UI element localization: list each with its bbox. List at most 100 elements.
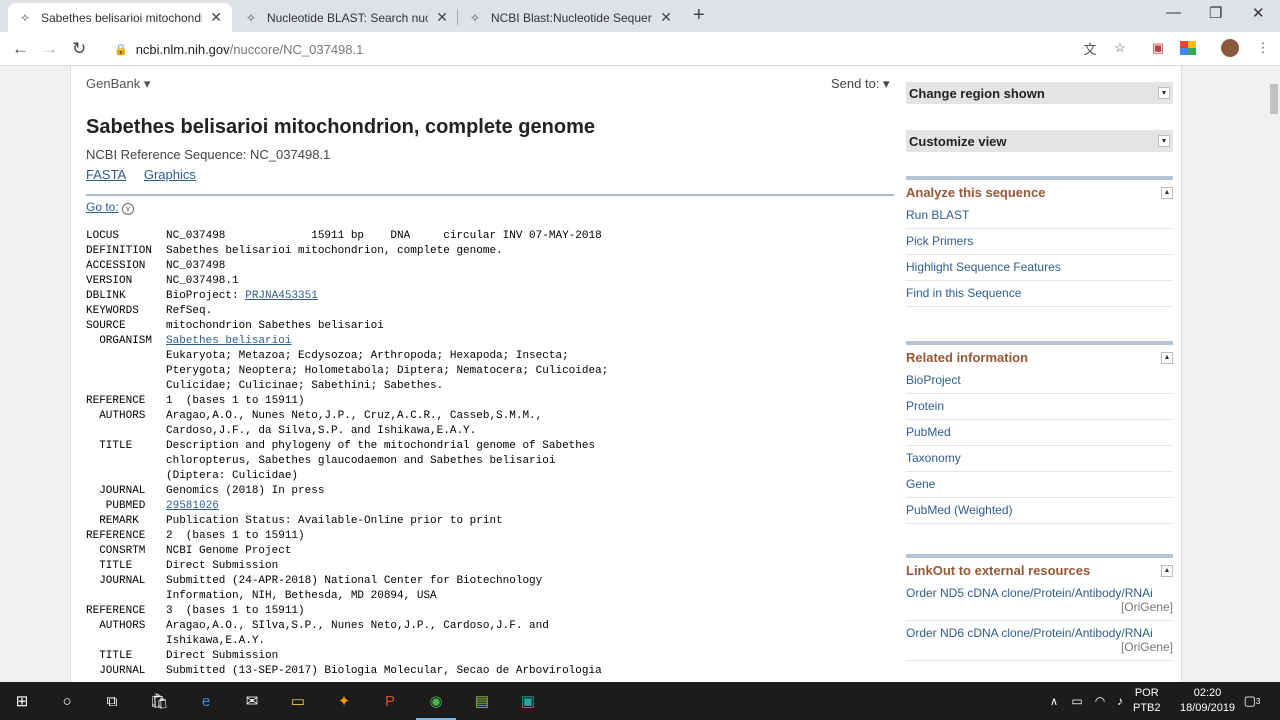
scrollbar-thumb[interactable] [1270,84,1278,114]
genbank-row: CONSRTM NCBI Genome Project [86,544,608,559]
volume-icon[interactable]: ♪ [1108,689,1132,713]
sidebar-link[interactable]: Pick Primers [906,229,1173,255]
graphics-link[interactable]: Graphics [144,167,196,182]
notepad-icon[interactable]: ▤ [470,689,494,713]
close-tab-icon[interactable]: ✕ [436,9,448,26]
sidebar-link[interactable]: Protein [906,394,1173,420]
customize-view-label: Customize view [909,133,1007,149]
edge-icon[interactable]: e [194,689,218,713]
dropdown-icon: ▼ [1158,87,1170,99]
battery-icon[interactable]: ▭ [1065,689,1089,713]
sidebar-link[interactable]: Run BLAST [906,203,1173,229]
sidebar-link[interactable]: PubMed (Weighted) [906,498,1173,524]
extension-icon[interactable]: ▣ [1150,40,1166,56]
bookmark-star-icon[interactable]: ☆ [1112,40,1128,56]
forward-icon[interactable]: → [41,39,58,59]
task-view-icon[interactable]: ⧉ [100,689,124,713]
sidebar-link[interactable]: Order ND5 cDNA clone/Protein/Antibody/RN… [906,581,1173,621]
genbank-row: TITLE Description and phylogeny of the mi… [86,439,608,454]
collapse-icon[interactable]: ▲ [1161,564,1173,577]
profile-avatar[interactable] [1221,39,1239,57]
tab-nucleotide-blast[interactable]: ✧ Nucleotide BLAST: Search nucleo ✕ [234,3,458,32]
tab-ncbi-blast[interactable]: ✧ NCBI Blast:Nucleotide Sequence ✕ [458,3,682,32]
sidebar-link[interactable]: Highlight Sequence Features [906,255,1173,281]
page-scrollbar[interactable] [1268,66,1280,682]
genbank-row: KEYWORDS RefSeq. [86,304,608,319]
collapse-icon[interactable]: ▲ [1161,186,1173,199]
genbank-key [86,589,166,604]
goto-menu[interactable]: Go to: v [86,200,135,215]
chrome-icon[interactable]: ◉ [424,689,448,713]
genbank-key: REFERENCE [86,605,146,617]
menu-kebab-icon[interactable]: ⋮ [1255,40,1271,56]
sidebar-link[interactable]: Order ND6 cDNA clone/Protein/Antibody/RN… [906,621,1173,661]
keyboard-layout: PTB2 [1133,702,1161,714]
close-tab-icon[interactable]: ✕ [660,9,672,26]
genbank-link[interactable]: 29581026 [166,499,219,514]
show-hidden-icons[interactable]: ∧ [1042,689,1066,713]
tab-sabethes[interactable]: ✧ Sabethes belisarioi mitochondrio ✕ [8,3,232,32]
genbank-link[interactable]: Sabethes belisarioi [166,334,291,349]
sidebar-link[interactable]: PubMed [906,420,1173,446]
genbank-key [86,454,166,469]
send-to-menu[interactable]: Send to: ▾ [831,76,890,92]
genbank-row: AUTHORS Aragao,A.O., SIlva,S.P., Nunes Ne… [86,619,608,634]
genbank-link[interactable]: PRJNA453351 [245,289,318,304]
maximize-icon[interactable]: ❐ [1209,4,1222,22]
genbank-row: Ishikawa,E.A.Y. [86,634,608,649]
genbank-row: JOURNAL Submitted (24-APR-2018) National … [86,574,608,589]
reload-icon[interactable]: ↻ [72,39,86,59]
clock[interactable]: 02:20 18/09/2019 [1180,686,1235,716]
camera-app-icon[interactable]: ▣ [516,689,540,713]
goto-label[interactable]: Go to: [86,200,119,214]
translate-icon[interactable]: 文 [1082,40,1098,57]
language-indicator[interactable]: POR PTB2 [1133,686,1161,716]
genbank-key: DEFINITION [86,245,153,257]
address-bar[interactable]: 🔒 ncbi.nlm.nih.gov/nuccore/NC_037498.1 [100,36,1145,62]
windows-start-icon[interactable]: ⊞ [10,689,34,713]
genbank-key: TITLE [86,560,133,572]
sidebar: Change region shown ▼ Customize view ▼ A… [906,82,1173,661]
change-region-toggle[interactable]: Change region shown ▼ [906,82,1173,104]
sidebar-link[interactable]: Gene [906,472,1173,498]
genbank-value: Publication Status: Available-Online pri… [166,515,503,527]
close-tab-icon[interactable]: ✕ [210,9,222,26]
page-title: Sabethes belisarioi mitochondrion, compl… [86,116,595,138]
genbank-key [86,424,166,439]
cortana-search-icon[interactable]: ○ [55,689,79,713]
genbank-value: Direct Submission [166,650,279,662]
url-path: /nuccore/NC_037498.1 [229,41,364,57]
customize-view-toggle[interactable]: Customize view ▼ [906,130,1173,152]
genbank-row: LOCUS NC_037498 15911 bp DNA circular INV… [86,229,608,244]
sidebar-link[interactable]: Find in this Sequence [906,281,1173,307]
fasta-link[interactable]: FASTA [86,167,126,182]
genbank-row: chloropterus, Sabethes glaucodaemon and … [86,454,608,469]
file-explorer-icon[interactable]: ▭ [286,689,310,713]
ncbi-favicon-icon: ✧ [19,10,30,25]
back-icon[interactable]: ← [12,39,29,59]
genbank-row: PUBMED 29581026 [86,499,608,514]
sidebar-link[interactable]: BioProject [906,368,1173,394]
linkout-portlet: LinkOut to external resources ▲ Order ND5… [906,554,1173,661]
collapse-icon[interactable]: ▲ [1161,351,1173,364]
mail-icon[interactable]: ✉ [240,689,264,713]
powerpoint-icon[interactable]: P [378,689,402,713]
app-icon[interactable]: ✦ [332,689,356,713]
change-region-label: Change region shown [909,85,1045,101]
genbank-value: NC_037498.1 [166,275,239,287]
genbank-value: Eukaryota; Metazoa; Ecdysozoa; Arthropod… [166,350,569,362]
genbank-row: JOURNAL Genomics (2018) In press [86,484,608,499]
notifications-icon[interactable]: ▢ 3 [1240,689,1264,713]
genbank-row: Eukaryota; Metazoa; Ecdysozoa; Arthropod… [86,349,608,364]
store-icon[interactable]: 🛍 [147,689,171,713]
sidebar-link[interactable]: Taxonomy [906,446,1173,472]
new-tab-button[interactable]: + [693,4,705,27]
extension-icon[interactable] [1180,40,1196,56]
close-window-icon[interactable]: ✕ [1252,4,1265,22]
minimize-icon[interactable]: — [1166,4,1181,21]
genbank-row: Culicidae; Culicinae; Sabethini; Sabethe… [86,379,608,394]
related-portlet: Related information ▲ BioProject Protein Pu… [906,341,1173,524]
tab-title: NCBI Blast:Nucleotide Sequence [490,10,653,25]
format-menu[interactable]: GenBank ▾ [86,76,150,92]
genbank-key: CONSRTM [86,545,146,557]
